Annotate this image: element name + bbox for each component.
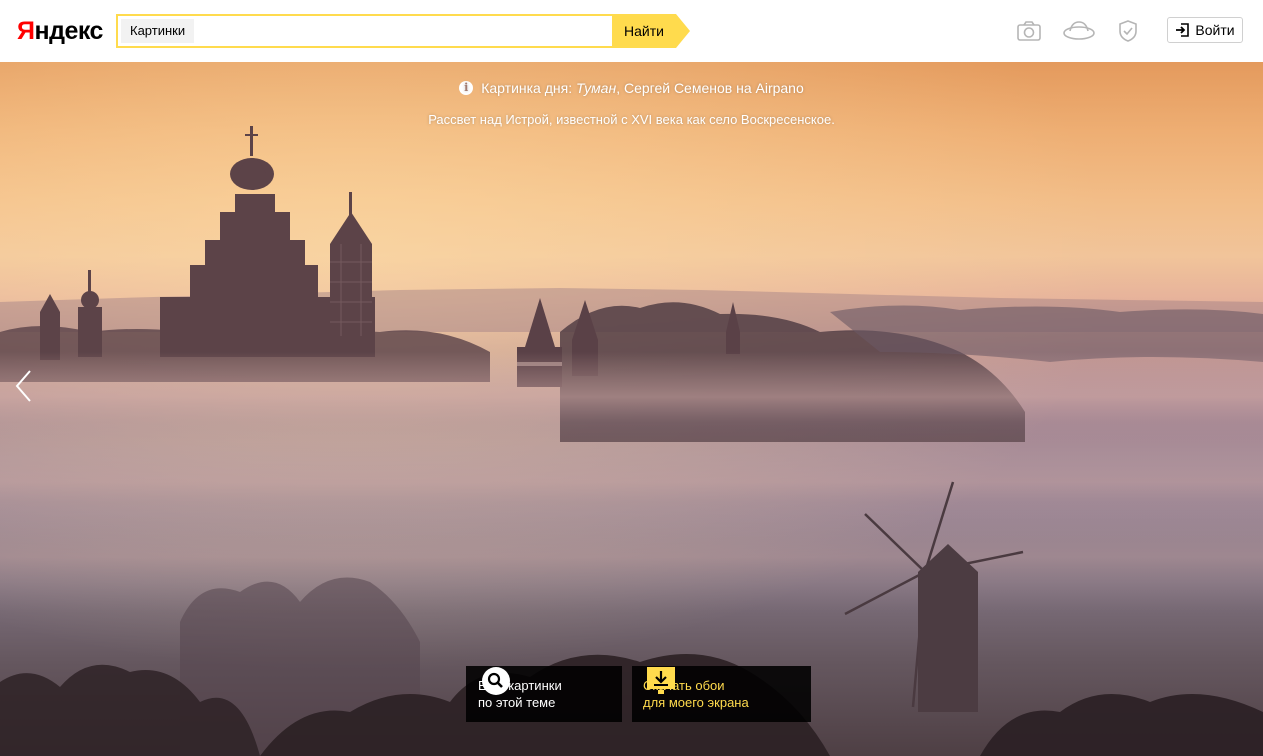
picture-caption: i Картинка дня: Туман, Сергей Семенов на… — [0, 80, 1263, 96]
login-label: Войти — [1195, 22, 1235, 38]
disk-icon[interactable] — [1062, 18, 1096, 44]
search-icon — [482, 667, 510, 695]
download-icon — [647, 667, 675, 694]
prev-arrow-icon[interactable] — [12, 368, 36, 404]
picture-of-the-day: i Картинка дня: Туман, Сергей Семенов на… — [0, 62, 1263, 756]
hero-photo — [0, 62, 1263, 756]
caption-author: , Сергей Семенов на Airpano — [616, 80, 804, 96]
search-button[interactable]: Найти — [612, 14, 676, 48]
caption-prefix: Картинка дня: — [481, 80, 573, 96]
caption-text[interactable]: Картинка дня: Туман, Сергей Семенов на A… — [481, 80, 804, 96]
search-button-arrow — [676, 14, 690, 48]
search-input[interactable] — [200, 18, 604, 46]
info-icon[interactable]: i — [459, 81, 474, 95]
search-box: Картинки — [116, 14, 612, 48]
caption-description: Рассвет над Истрой, известной с XVI века… — [428, 112, 835, 127]
yandex-logo[interactable]: Яндекс — [17, 16, 103, 46]
caption-title: Туман — [576, 80, 617, 96]
login-icon — [1176, 23, 1190, 37]
shield-icon[interactable] — [1115, 18, 1141, 44]
header: Яндекс Картинки Найти Войти — [0, 0, 1263, 62]
more-pictures-button[interactable]: Ещё картинки по этой теме — [466, 666, 622, 722]
login-button[interactable]: Войти — [1167, 17, 1243, 43]
camera-icon[interactable] — [1016, 18, 1042, 44]
search-service-tag[interactable]: Картинки — [121, 19, 195, 43]
download-wallpaper-button[interactable]: Скачать обои для моего экрана — [632, 666, 811, 722]
